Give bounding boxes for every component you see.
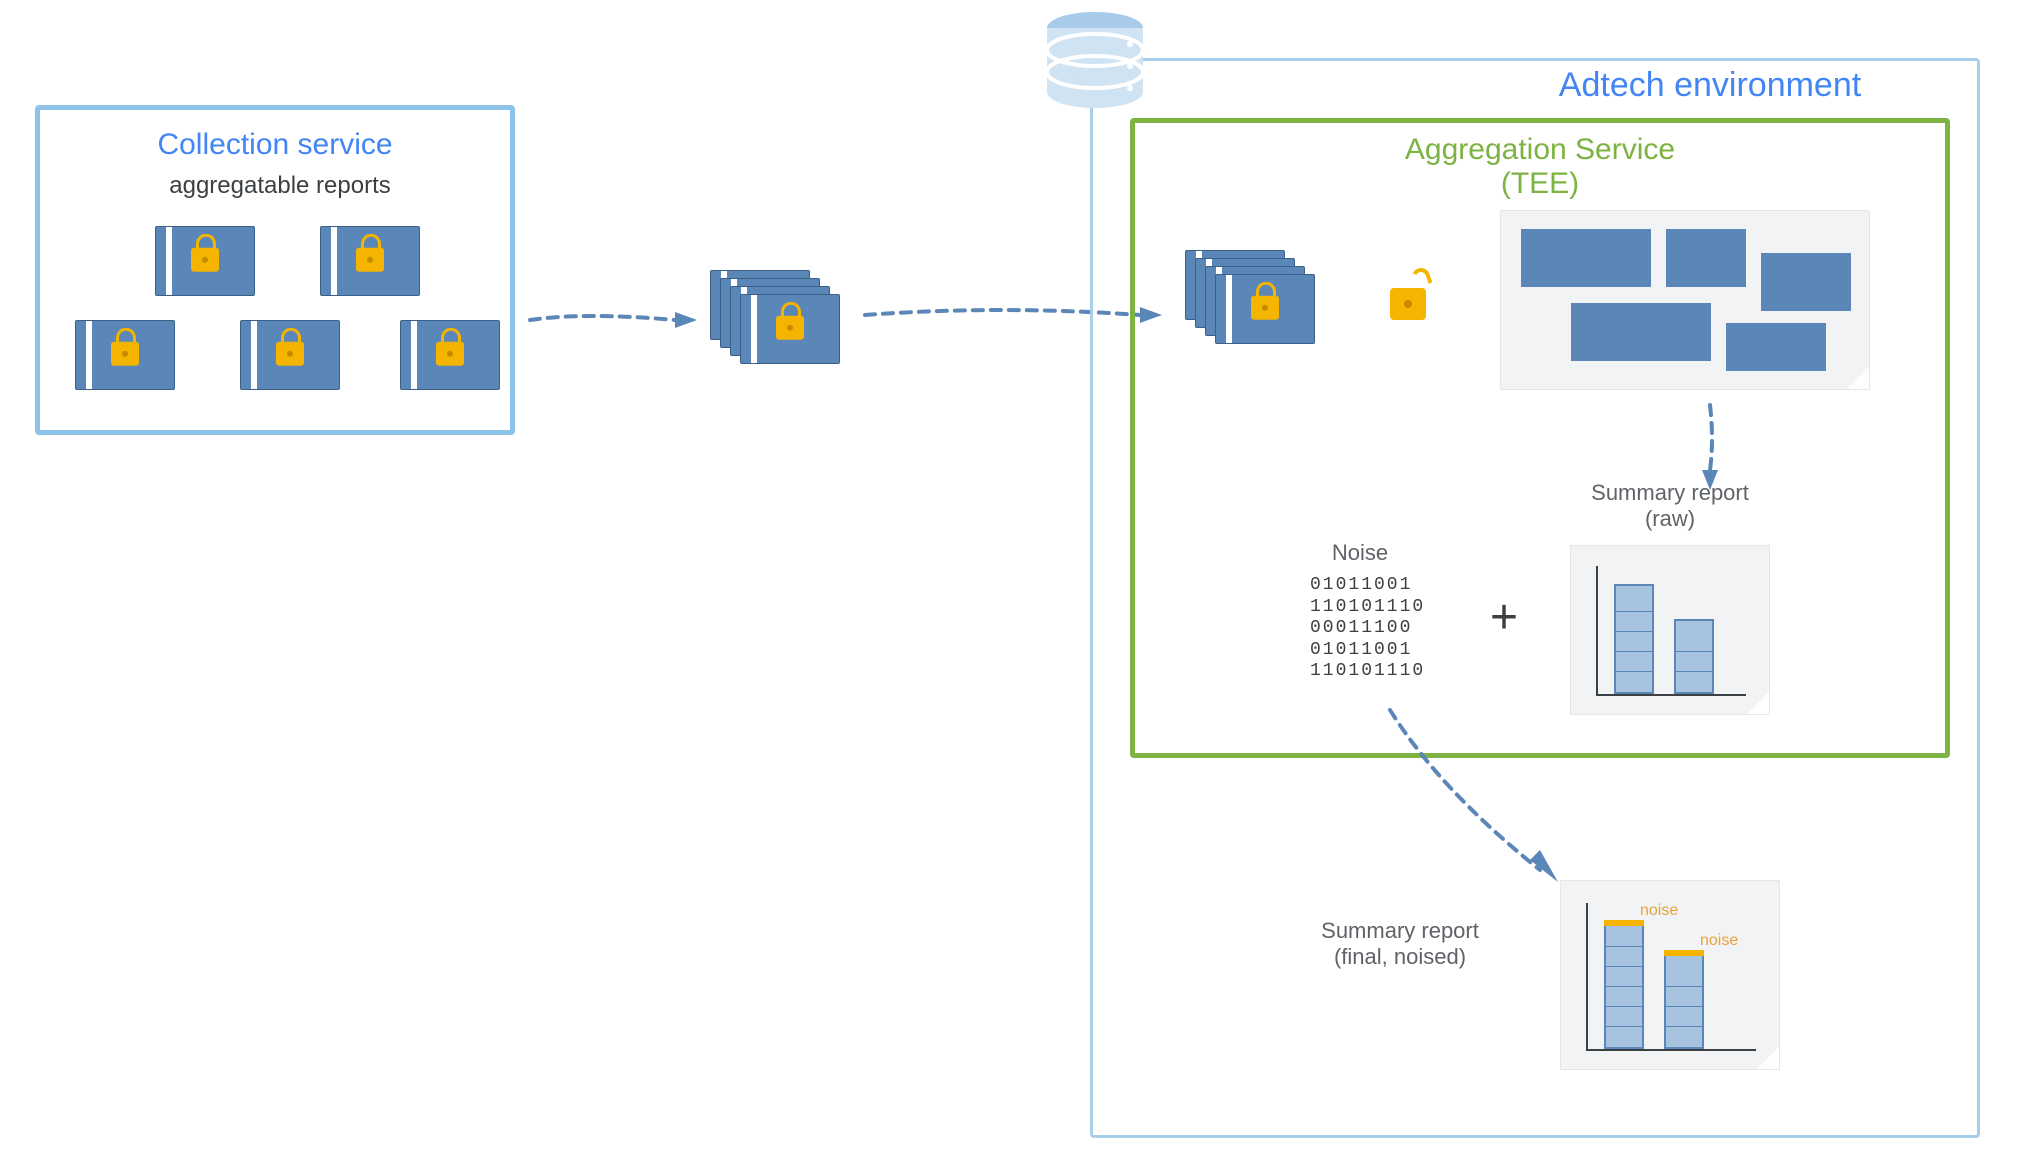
summary-report-final-document: noise noise	[1560, 880, 1780, 1070]
aggregatable-reports-label: aggregatable reports	[130, 172, 430, 201]
summary-report-raw-document	[1570, 545, 1770, 715]
arrow-icon	[1380, 700, 1580, 900]
database-icon	[1040, 10, 1150, 115]
lock-icon	[111, 342, 139, 366]
collection-service-title: Collection service	[40, 128, 510, 162]
bar-chart-noised-icon: noise noise	[1586, 903, 1756, 1051]
aggregation-service-title-line2: (TEE)	[1501, 167, 1579, 200]
aggregation-service-title-line1: Aggregation Service	[1405, 133, 1675, 166]
locked-folder-icon	[400, 320, 500, 390]
bar-chart-icon	[1596, 566, 1746, 696]
locked-folder-icon	[240, 320, 340, 390]
summary-report-raw-label: Summary report (raw)	[1555, 480, 1785, 533]
noise-label: Noise	[1300, 540, 1420, 566]
locked-folder-stack-icon	[710, 270, 850, 370]
locked-folder-icon	[75, 320, 175, 390]
decrypted-data-document-icon	[1500, 210, 1870, 390]
aggregation-service-title: Aggregation Service (TEE)	[1135, 133, 1945, 201]
locked-folder-stack-icon	[1185, 250, 1325, 350]
lock-icon	[276, 342, 304, 366]
arrow-icon	[525, 300, 705, 340]
lock-icon	[356, 248, 384, 272]
summary-report-final-label: Summary report (final, noised)	[1280, 918, 1520, 971]
noise-tag: noise	[1640, 902, 1678, 920]
noise-bits: 01011001 110101110 00011100 01011001 110…	[1310, 575, 1425, 683]
lock-icon	[191, 248, 219, 272]
locked-folder-icon	[320, 226, 420, 296]
plus-icon: +	[1490, 590, 1518, 645]
locked-folder-icon	[155, 226, 255, 296]
lock-icon	[436, 342, 464, 366]
adtech-environment-title: Adtech environment	[1450, 66, 1970, 105]
noise-tag: noise	[1700, 932, 1738, 950]
arrow-icon	[1690, 400, 1730, 490]
